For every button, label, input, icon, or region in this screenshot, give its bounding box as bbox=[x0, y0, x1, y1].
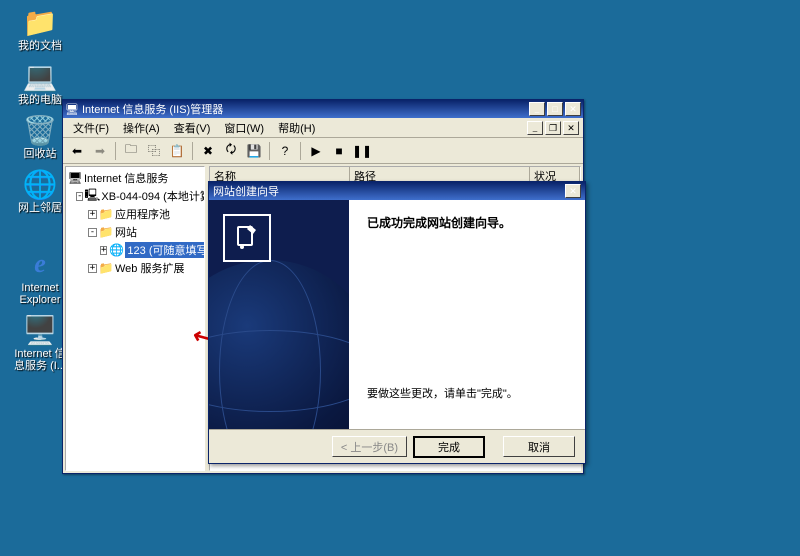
menu-file[interactable]: 文件(F) bbox=[67, 118, 115, 138]
wizard-titlebar[interactable]: 网站创建向导 ✕ bbox=[209, 182, 585, 200]
separator bbox=[115, 142, 116, 160]
trash-icon: 🗑️ bbox=[24, 114, 56, 146]
properties-button[interactable]: 📋 bbox=[167, 141, 187, 161]
forward-button[interactable]: ➡ bbox=[90, 141, 110, 161]
tree-sites[interactable]: - 📁 网站 bbox=[68, 223, 202, 241]
up-button[interactable]: 🗀 bbox=[121, 141, 141, 161]
computer-node-icon: 🖳 bbox=[85, 189, 99, 203]
toolbar: ⬅ ➡ 🗀 ⿻ 📋 ✖ 🗘 💾 ? ▶ ■ ❚❚ bbox=[63, 138, 583, 164]
tree-apppool[interactable]: + 📁 应用程序池 bbox=[68, 205, 202, 223]
iis-manager-shortcut-icon[interactable]: 🖥️ Internet 信息服务 (I... bbox=[10, 314, 70, 372]
my-computer-icon[interactable]: 💻 我的电脑 bbox=[10, 60, 70, 106]
help-button[interactable]: ? bbox=[275, 141, 295, 161]
window-title: Internet 信息服务 (IIS)管理器 bbox=[82, 101, 529, 117]
minimize-button[interactable]: _ bbox=[529, 102, 545, 116]
menu-view[interactable]: 查看(V) bbox=[168, 118, 217, 138]
wizard-footer: < 上一步(B) 完成 取消 bbox=[209, 429, 585, 463]
mdi-minimize-button[interactable]: _ bbox=[527, 121, 543, 135]
recycle-bin-icon[interactable]: 🗑️ 回收站 bbox=[10, 114, 70, 160]
menu-window[interactable]: 窗口(W) bbox=[218, 118, 270, 138]
expand-icon[interactable]: + bbox=[88, 264, 97, 273]
maximize-button[interactable]: □ bbox=[547, 102, 563, 116]
computer-icon: 💻 bbox=[24, 60, 56, 92]
back-button[interactable]: ⬅ bbox=[67, 141, 87, 161]
tree-site-123[interactable]: + 🌐 123 (可随意填写) bbox=[68, 241, 202, 259]
site-icon: 🌐 bbox=[109, 243, 123, 257]
expand-icon[interactable]: + bbox=[100, 246, 107, 255]
export-button[interactable]: 💾 bbox=[244, 141, 264, 161]
app-icon: 🖥 bbox=[65, 102, 79, 116]
folder-icon: 📁 bbox=[24, 6, 56, 38]
play-button[interactable]: ▶ bbox=[306, 141, 326, 161]
my-documents-icon[interactable]: 📁 我的文档 bbox=[10, 6, 70, 52]
iis-icon: 🖥️ bbox=[24, 314, 56, 346]
back-button: < 上一步(B) bbox=[332, 436, 407, 457]
menu-help[interactable]: 帮助(H) bbox=[272, 118, 321, 138]
folder-icon: 📁 bbox=[99, 261, 113, 275]
menu-action[interactable]: 操作(A) bbox=[117, 118, 166, 138]
wizard-heading: 已成功完成网站创建向导。 bbox=[367, 214, 567, 232]
wizard-note: 要做这些更改，请单击"完成"。 bbox=[367, 385, 567, 401]
tree-root[interactable]: 🖥 Internet 信息服务 bbox=[68, 169, 202, 187]
folder-icon: 📁 bbox=[99, 207, 113, 221]
wizard-finish-icon bbox=[223, 214, 271, 262]
mdi-close-button[interactable]: ✕ bbox=[563, 121, 579, 135]
internet-explorer-icon[interactable]: e Internet Explorer bbox=[10, 248, 70, 306]
wizard-main: 已成功完成网站创建向导。 要做这些更改，请单击"完成"。 bbox=[349, 200, 585, 429]
stop-button[interactable]: ■ bbox=[329, 141, 349, 161]
pause-button[interactable]: ❚❚ bbox=[352, 141, 372, 161]
cancel-button[interactable]: 取消 bbox=[503, 436, 575, 457]
wizard-close-button[interactable]: ✕ bbox=[565, 184, 581, 198]
tree-computer[interactable]: - 🖳 XB-044-094 (本地计算机 bbox=[68, 187, 202, 205]
ie-icon: e bbox=[24, 248, 56, 280]
show-hide-tree-button[interactable]: ⿻ bbox=[144, 141, 164, 161]
server-icon: 🖥 bbox=[68, 171, 82, 185]
collapse-icon[interactable]: - bbox=[76, 192, 83, 201]
finish-button[interactable]: 完成 bbox=[413, 436, 485, 458]
site-creation-wizard: 网站创建向导 ✕ 已成功完成网站创建向导。 要做这些更改，请单击"完成"。 < … bbox=[208, 181, 586, 464]
refresh-button[interactable]: 🗘 bbox=[221, 141, 241, 161]
tree-web-extensions[interactable]: + 📁 Web 服务扩展 bbox=[68, 259, 202, 277]
menubar: 文件(F) 操作(A) 查看(V) 窗口(W) 帮助(H) _ ❐ ✕ bbox=[63, 118, 583, 138]
tree-pane[interactable]: 🖥 Internet 信息服务 - 🖳 XB-044-094 (本地计算机 + … bbox=[65, 166, 205, 471]
wizard-title: 网站创建向导 bbox=[213, 183, 279, 199]
folder-icon: 📁 bbox=[99, 225, 113, 239]
mdi-restore-button[interactable]: ❐ bbox=[545, 121, 561, 135]
globe-graphic bbox=[209, 260, 349, 429]
expand-icon[interactable]: + bbox=[88, 210, 97, 219]
wizard-sidebar bbox=[209, 200, 349, 429]
collapse-icon[interactable]: - bbox=[88, 228, 97, 237]
network-neighborhood-icon[interactable]: 🌐 网上邻居 bbox=[10, 168, 70, 214]
iis-titlebar[interactable]: 🖥 Internet 信息服务 (IIS)管理器 _ □ ✕ bbox=[63, 100, 583, 118]
globe-icon: 🌐 bbox=[24, 168, 56, 200]
close-button[interactable]: ✕ bbox=[565, 102, 581, 116]
delete-button[interactable]: ✖ bbox=[198, 141, 218, 161]
